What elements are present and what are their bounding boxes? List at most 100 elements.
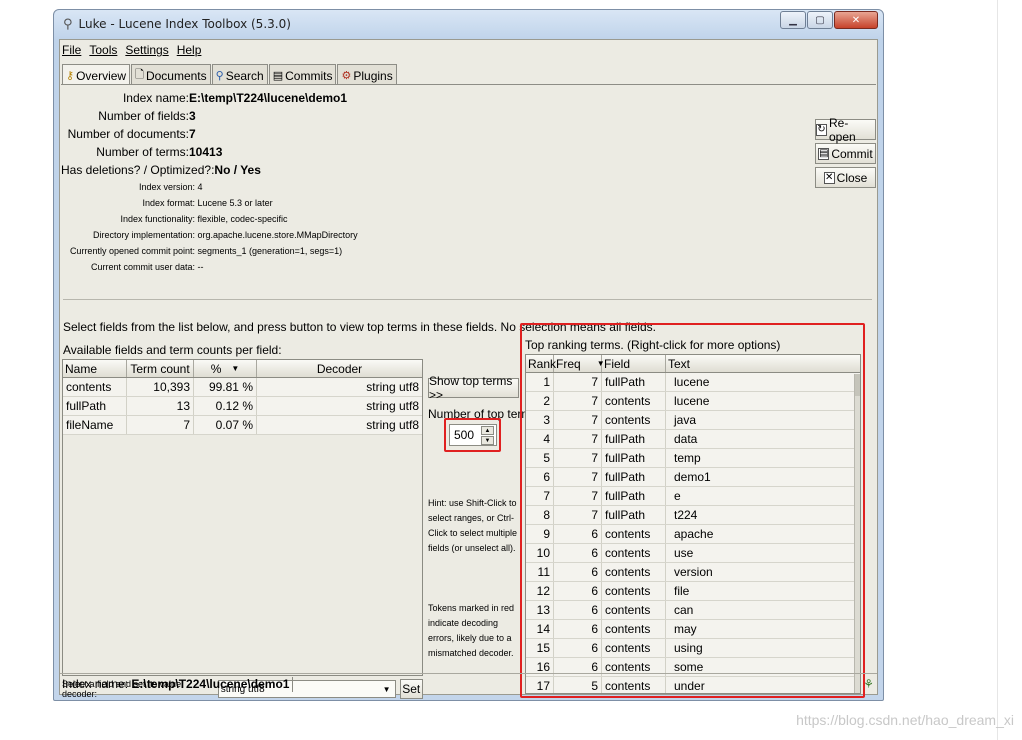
tab-bar: ⚷ Overview 🗋 Documents ⚲ Search ▤ Commit…	[62, 64, 398, 84]
table-cell: contents	[602, 639, 666, 657]
menu-tools[interactable]: Tools	[89, 43, 117, 57]
info-deletions: Has deletions? / Optimized?:No / Yes	[61, 163, 261, 177]
table-cell: 7	[526, 487, 554, 505]
table-row[interactable]: 14 6 contents may	[526, 620, 860, 639]
table-row[interactable]: 5 7 fullPath temp	[526, 449, 860, 468]
table-cell: 7	[554, 487, 602, 505]
table-cell: contents	[63, 378, 127, 396]
fields-table[interactable]: Name Term count % ▼ Decoder contents 10,3…	[62, 359, 423, 676]
scrollbar-thumb[interactable]	[855, 374, 860, 396]
col-text[interactable]: Text	[666, 355, 860, 372]
table-row[interactable]: 3 7 contents java	[526, 411, 860, 430]
table-cell: contents	[602, 620, 666, 638]
top-terms-header: Rank Freq ▼ Field Text	[526, 355, 860, 373]
table-cell: contents	[602, 392, 666, 410]
table-row[interactable]: 10 6 contents use	[526, 544, 860, 563]
table-cell: contents	[602, 601, 666, 619]
minimize-icon[interactable]: ▁	[780, 11, 806, 29]
select-fields-hint: Select fields from the list below, and p…	[63, 320, 656, 334]
table-row[interactable]: 15 6 contents using	[526, 639, 860, 658]
col-rank[interactable]: Rank	[526, 355, 556, 372]
tab-label: Commits	[285, 68, 333, 83]
table-row[interactable]: 12 6 contents file	[526, 582, 860, 601]
commit-button[interactable]: ▤ Commit	[815, 143, 876, 164]
table-row[interactable]: contents 10,393 99.81 % string utf8	[63, 378, 422, 397]
table-row[interactable]: 4 7 fullPath data	[526, 430, 860, 449]
commits-icon: ▤	[272, 70, 284, 82]
tab-documents[interactable]: 🗋 Documents	[131, 64, 211, 84]
decoding-hint: Tokens marked in red indicate decoding e…	[428, 603, 515, 658]
table-cell: 6	[554, 525, 602, 543]
show-top-terms-button[interactable]: Show top terms >>	[428, 374, 519, 402]
table-cell: 7	[554, 468, 602, 486]
table-cell: can	[674, 603, 694, 617]
info-commit-user: Current commit user data: --	[90, 262, 204, 272]
divider	[63, 299, 872, 300]
col-field[interactable]: Field	[602, 355, 666, 372]
table-cell: 6	[554, 620, 602, 638]
menu-bar: File Tools Settings Help	[60, 40, 877, 60]
menu-help[interactable]: Help	[177, 43, 202, 57]
maximize-icon[interactable]: ▢	[807, 11, 833, 29]
table-cell: 13	[526, 601, 554, 619]
table-cell: contents	[602, 582, 666, 600]
tab-label: Plugins	[353, 68, 393, 83]
client-area: File Tools Settings Help ⚷ Overview 🗋 Do…	[59, 39, 878, 699]
table-cell: 4	[526, 430, 554, 448]
table-row[interactable]: 11 6 contents version	[526, 563, 860, 582]
table-row[interactable]: 1 7 fullPath lucene	[526, 373, 860, 392]
table-row[interactable]: 2 7 contents lucene	[526, 392, 860, 411]
table-row[interactable]: fullPath 13 0.12 % string utf8	[63, 397, 422, 416]
table-cell: 0.07 %	[194, 416, 257, 434]
tab-label: Search	[225, 68, 264, 83]
table-cell: 7	[554, 506, 602, 524]
watermark: https://blog.csdn.net/hao_dream_xi	[796, 712, 1014, 728]
table-cell: 7	[554, 411, 602, 429]
luke-status-icon: ⚘	[863, 677, 874, 691]
table-cell: 6	[554, 544, 602, 562]
tab-overview[interactable]: ⚷ Overview	[62, 64, 131, 84]
tab-label: Documents	[145, 68, 207, 83]
tab-commits[interactable]: ▤ Commits	[268, 64, 337, 84]
document-icon: 🗋	[135, 69, 144, 81]
table-cell: 6	[526, 468, 554, 486]
menu-file[interactable]: File	[62, 43, 81, 57]
spinner-up-icon[interactable]: ▲	[481, 426, 494, 435]
close-icon: ✕	[823, 171, 835, 184]
table-cell: 7	[554, 392, 602, 410]
table-cell: 99.81 %	[194, 378, 257, 396]
col-decoder[interactable]: Decoder	[257, 360, 422, 377]
top-terms-table[interactable]: Rank Freq ▼ Field Text 1 7 fullPath lucene 2…	[525, 354, 861, 694]
table-cell: string utf8	[366, 380, 419, 394]
table-row[interactable]: 6 7 fullPath demo1	[526, 468, 860, 487]
fields-table-body: contents 10,393 99.81 % string utf8 fullPath…	[63, 378, 422, 435]
close-button[interactable]: ✕ Close	[815, 167, 876, 188]
col-percent[interactable]: % ▼	[194, 360, 257, 377]
spinner-down-icon[interactable]: ▼	[481, 436, 494, 445]
tab-search[interactable]: ⚲ Search	[211, 64, 268, 84]
table-row[interactable]: 13 6 contents can	[526, 601, 860, 620]
table-row[interactable]: fileName 7 0.07 % string utf8	[63, 416, 422, 435]
table-cell: 10	[526, 544, 554, 562]
table-row[interactable]: 8 7 fullPath t224	[526, 506, 860, 525]
table-cell: fullPath	[602, 468, 666, 486]
status-bar: Index name: E:\temp\T224\lucene\demo1 ⚘	[60, 673, 877, 694]
table-row[interactable]: 7 7 fullPath e	[526, 487, 860, 506]
num-top-terms-value: 500	[454, 428, 475, 442]
col-term-count[interactable]: Term count	[127, 360, 194, 377]
reopen-button[interactable]: ↻ Re-open	[815, 116, 876, 144]
col-freq[interactable]: Freq ▼	[554, 355, 605, 372]
table-cell: lucene	[674, 394, 710, 408]
table-cell: 7	[554, 373, 602, 391]
col-name[interactable]: Name	[63, 360, 127, 377]
tab-plugins[interactable]: ⚙ Plugins	[337, 64, 397, 84]
menu-settings[interactable]: Settings	[125, 43, 168, 57]
num-top-terms-spinner[interactable]: 500 ▲ ▼	[449, 424, 497, 446]
commit-icon: ▤	[818, 147, 830, 160]
table-cell: 7	[554, 449, 602, 467]
top-terms-label: Top ranking terms. (Right-click for more…	[525, 338, 781, 352]
selection-hint: Hint: use Shift-Click to select ranges, …	[428, 498, 518, 553]
table-row[interactable]: 9 6 contents apache	[526, 525, 860, 544]
close-window-icon[interactable]: ✕	[834, 11, 878, 29]
top-terms-scrollbar[interactable]	[854, 374, 860, 693]
